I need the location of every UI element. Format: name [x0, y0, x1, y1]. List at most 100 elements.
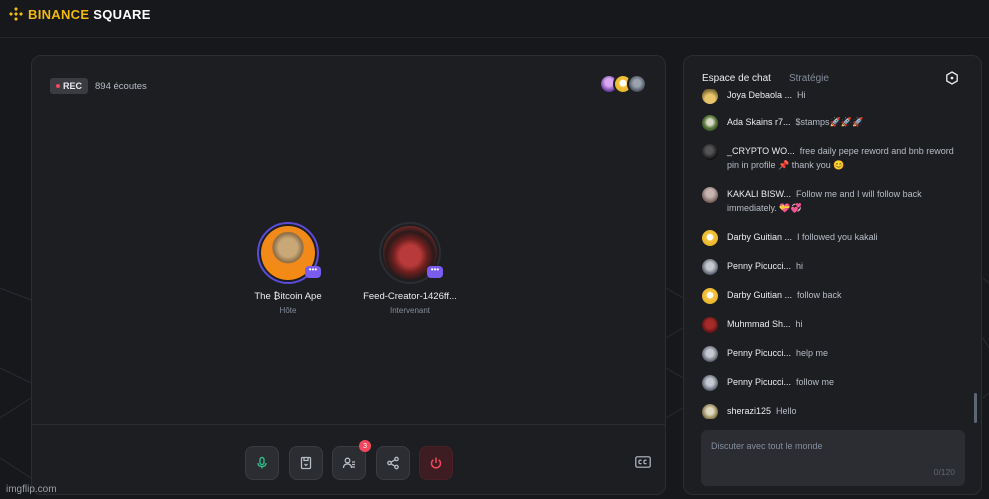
speaker-role: Intervenant [389, 306, 431, 315]
tab-chat[interactable]: Espace de chat [702, 73, 771, 84]
character-counter: 0/120 [933, 467, 955, 477]
chat-username[interactable]: Penny Picucci... [727, 348, 791, 358]
chat-username[interactable]: Darby Guitian ... [727, 290, 792, 300]
speaker-name: The ₿itcoin Ape [254, 291, 322, 302]
rec-dot-icon [56, 84, 60, 88]
logo-brand: BINANCE [28, 6, 90, 22]
avatar [702, 115, 718, 131]
captions-button[interactable] [635, 455, 651, 473]
chat-username[interactable]: sherazi125 [727, 406, 771, 416]
closed-captions-icon [635, 456, 651, 468]
chat-message-text: Penny Picucci... hi [727, 259, 803, 273]
avatar [702, 144, 718, 160]
avatar [702, 259, 718, 275]
chat-message-text: Penny Picucci... follow me [727, 375, 834, 389]
chat-message: Darby Guitian ... follow back [702, 288, 964, 304]
listener-avatars[interactable] [599, 74, 647, 94]
chat-message-text: Penny Picucci... help me [727, 346, 828, 360]
microphone-button[interactable] [245, 446, 279, 480]
chat-message: Penny Picucci... follow me [702, 375, 964, 391]
chat-username[interactable]: Penny Picucci... [727, 377, 791, 387]
audio-room-panel: REC 894 écoutes ••• The ₿itcoin Ape Hôte… [31, 55, 666, 495]
participants-badge: 3 [359, 440, 371, 452]
avatar [627, 74, 647, 94]
share-icon [387, 456, 399, 470]
chat-message: Ada Skains r7... $stamps🚀🚀🚀 [702, 115, 964, 131]
chat-input[interactable]: Discuter avec tout le monde 0/120 [701, 430, 965, 486]
avatar [702, 187, 718, 203]
clip-save-icon [300, 456, 312, 470]
avatar [702, 404, 718, 419]
rec-badge: REC [50, 78, 89, 94]
chat-input-placeholder: Discuter avec tout le monde [711, 441, 823, 451]
chat-message-text: Darby Guitian ... I followed you kakali [727, 230, 878, 244]
chat-username[interactable]: Darby Guitian ... [727, 232, 792, 242]
chat-message-list[interactable]: Joya Debaola ... Hi Ada Skains r7... $stam… [684, 89, 971, 419]
chat-message: Muhmmad Sh... hi [702, 317, 964, 333]
chat-message: Darby Guitian ... I followed you kakali [702, 230, 964, 246]
chat-username[interactable]: KAKALI BISW... [727, 189, 791, 199]
chat-message-body: Hello [776, 406, 797, 416]
chat-message-text: Darby Guitian ... follow back [727, 288, 842, 302]
participants-button[interactable]: 3 [332, 440, 371, 480]
chat-message: _CRYPTO WO... free daily pepe reword and … [702, 144, 964, 172]
binance-square-logo[interactable]: BINANCE SQUARE [8, 6, 151, 22]
speaker-name: Feed-Creator-1426ff... [363, 291, 457, 302]
chat-username[interactable]: Penny Picucci... [727, 261, 791, 271]
chat-settings-button[interactable] [945, 71, 959, 90]
speaker-host[interactable]: ••• The ₿itcoin Ape Hôte [228, 222, 348, 315]
leave-room-button[interactable] [419, 446, 453, 480]
tab-strategy[interactable]: Stratégie [789, 73, 829, 84]
power-icon [430, 457, 442, 469]
avatar [702, 230, 718, 246]
chat-message-body: Hi [797, 90, 806, 100]
chat-username[interactable]: Muhmmad Sh... [727, 319, 791, 329]
speaker-guest[interactable]: ••• Feed-Creator-1426ff... Intervenant [350, 222, 470, 315]
hexagon-settings-icon [946, 71, 958, 85]
more-options-icon[interactable]: ••• [305, 266, 321, 278]
logo-text: BINANCE SQUARE [28, 7, 151, 22]
watermark: imgflip.com [6, 484, 57, 495]
chat-panel: Espace de chat Stratégie Joya Debaola ..… [683, 55, 982, 495]
logo-product: SQUARE [93, 6, 151, 22]
chat-message-body: help me [796, 348, 829, 358]
rec-label: REC [63, 81, 83, 91]
chat-message-body: hi [795, 319, 803, 329]
more-options-icon[interactable]: ••• [427, 266, 443, 278]
speaker-avatar-ring: ••• [257, 222, 321, 284]
chat-message-text: KAKALI BISW... Follow me and I will follo… [727, 187, 964, 215]
chat-message: KAKALI BISW... Follow me and I will follo… [702, 187, 964, 215]
recording-status: REC 894 écoutes [50, 78, 147, 94]
chat-scrollbar[interactable] [974, 393, 977, 423]
share-button[interactable] [376, 446, 410, 480]
chat-message-body: follow me [796, 377, 835, 387]
top-bar: BINANCE SQUARE [0, 0, 989, 38]
chat-tabs: Espace de chat Stratégie [702, 73, 829, 84]
chat-message-text: Muhmmad Sh... hi [727, 317, 803, 331]
chat-message-body: $stamps🚀🚀🚀 [795, 117, 864, 127]
avatar [702, 288, 718, 304]
binance-diamond-icon [9, 7, 23, 21]
room-controls: 3 [32, 424, 665, 494]
chat-message-body: I followed you kakali [797, 232, 878, 242]
chat-username[interactable]: _CRYPTO WO... [727, 146, 795, 156]
chat-username[interactable]: Joya Debaola ... [727, 90, 792, 100]
chat-message-body: hi [796, 261, 804, 271]
participants-icon [342, 457, 355, 469]
microphone-icon [257, 456, 267, 469]
listener-count: 894 écoutes [95, 80, 147, 92]
chat-message: Joya Debaola ... Hi [702, 89, 964, 104]
avatar [702, 317, 718, 333]
avatar [702, 346, 718, 362]
speaker-avatar-ring: ••• [379, 222, 443, 284]
chat-message-text: sherazi125 Hello [727, 404, 797, 418]
speaker-role: Hôte [279, 306, 297, 315]
chat-message-text: Ada Skains r7... $stamps🚀🚀🚀 [727, 115, 863, 129]
chat-message-text: _CRYPTO WO... free daily pepe reword and … [727, 144, 964, 172]
chat-message-body: follow back [797, 290, 842, 300]
chat-message: sherazi125 Hello [702, 404, 964, 419]
clip-button[interactable] [289, 446, 323, 480]
chat-username[interactable]: Ada Skains r7... [727, 117, 791, 127]
chat-message: Penny Picucci... hi [702, 259, 964, 275]
avatar [702, 375, 718, 391]
